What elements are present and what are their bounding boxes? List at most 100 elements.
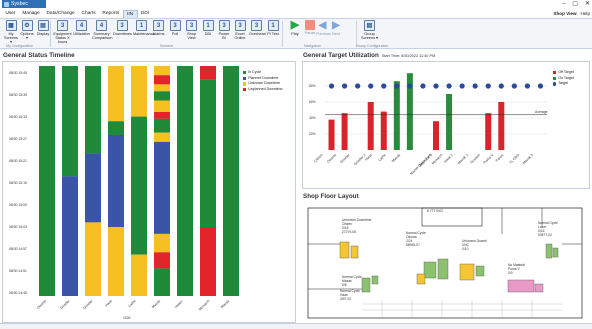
menu-help[interactable]: Help: [581, 9, 590, 18]
timeline-column-lathe[interactable]: [131, 66, 147, 296]
timeline-column-grinder[interactable]: [62, 66, 78, 296]
power-bi-button[interactable]: 3 Power BI: [217, 20, 231, 40]
machine-okuma[interactable]: [423, 261, 437, 279]
pi-test-button[interactable]: 1 PI Test: [266, 20, 280, 36]
timeline-column-okuma[interactable]: [39, 66, 55, 296]
target-point[interactable]: [524, 83, 531, 89]
equipment-status-button[interactable]: 3 Equipment Status X hours: [53, 20, 72, 45]
summary-comparison-button[interactable]: 4 Summary Comparison: [92, 20, 113, 41]
menu-item-charts[interactable]: Charts: [78, 10, 99, 18]
status-segment: [85, 153, 101, 223]
overhead-button[interactable]: 3 Overhead: [249, 20, 266, 36]
machine-laser[interactable]: [545, 243, 553, 259]
off-target-bar[interactable]: [485, 113, 492, 150]
time-tick-label: 08/30 14:51: [9, 269, 27, 273]
pause-label: Pause: [304, 31, 316, 35]
app-title-tab: Sysbec Process Control System: [2, 0, 46, 31]
average-label: Average: [535, 109, 548, 114]
target-point[interactable]: [511, 83, 517, 89]
timeline-column-mazak[interactable]: [154, 66, 170, 296]
off-target-bar[interactable]: [380, 111, 387, 150]
target-point[interactable]: [394, 83, 400, 89]
next-button[interactable]: ▶ Next: [330, 20, 342, 36]
off-target-bar[interactable]: [341, 113, 348, 150]
target-point[interactable]: [341, 83, 348, 89]
play-button[interactable]: ▶ Play: [289, 20, 301, 37]
off-target-bar[interactable]: [433, 121, 439, 150]
my-screens-button[interactable]: ▦ My Screens ▾: [4, 20, 18, 45]
timeline-panel: In Cycle Planned Downtime Unknown Downtime…: [2, 61, 296, 323]
on-target-bar[interactable]: [393, 81, 400, 150]
status-segment: [108, 121, 124, 135]
status-segment: [108, 66, 124, 122]
target-point[interactable]: [498, 83, 504, 89]
pause-button[interactable]: Pause: [304, 20, 316, 35]
shop-view-button[interactable]: 3 Shop View: [184, 20, 199, 40]
menu-item-iin[interactable]: IIN: [122, 9, 138, 18]
menu-item-manage[interactable]: Manage: [19, 10, 43, 18]
machine-laser-2[interactable]: [552, 247, 559, 258]
target-point[interactable]: [420, 83, 426, 89]
target-point[interactable]: [459, 83, 465, 89]
time-tick-label: 08/30 15:33: [9, 115, 27, 119]
target-point[interactable]: [537, 83, 544, 89]
menu-shop-view[interactable]: Shop View: [553, 9, 576, 18]
target-point[interactable]: [381, 83, 387, 89]
machine-vnc-2[interactable]: [475, 265, 485, 277]
minimize-button[interactable]: –: [562, 0, 565, 8]
target-point[interactable]: [485, 83, 491, 89]
machine-grinder[interactable]: [416, 273, 426, 285]
maximize-button[interactable]: ▢: [572, 0, 578, 8]
window-controls: – ▢ ✕: [562, 0, 590, 8]
y-tick-label: 60%: [309, 100, 316, 104]
off-target-bar[interactable]: [498, 102, 505, 150]
excel-online-button[interactable]: 3 Excel Online: [232, 20, 248, 40]
timeline-title: General Status Timeline: [3, 52, 75, 59]
utilization-label: Utilization: [73, 32, 90, 36]
ddi-button[interactable]: 1 DDI: [201, 20, 215, 36]
target-point[interactable]: [368, 83, 374, 89]
target-point[interactable]: [472, 83, 478, 89]
legend-swatch: [243, 87, 247, 92]
machine-citizen[interactable]: [339, 241, 350, 259]
target-point[interactable]: [433, 83, 439, 89]
maintenance-button[interactable]: 1 Maintenance: [133, 20, 155, 36]
machine-mazak-2[interactable]: [371, 275, 379, 285]
utilization-button[interactable]: 4 Utilization: [73, 20, 90, 36]
menu-item-reports[interactable]: Reports: [99, 10, 123, 18]
status-segment: [131, 116, 147, 255]
target-point[interactable]: [355, 83, 361, 89]
menu-item-ddi[interactable]: DDI: [138, 10, 153, 18]
on-target-bar[interactable]: [446, 94, 453, 150]
target-point[interactable]: [407, 83, 413, 89]
summary-comparison-label: Summary Comparison: [92, 32, 113, 41]
status-segment: [131, 66, 147, 117]
machine-vnc[interactable]: [459, 263, 475, 281]
timeline-column-haas[interactable]: [108, 66, 124, 296]
machine-puma-2[interactable]: [534, 283, 544, 293]
menu-item-data-change[interactable]: Data/Change: [43, 10, 78, 18]
utilization-legend: Off Target On Target Target: [553, 70, 574, 87]
group-screens-button[interactable]: ▤ Group Screens ▾: [361, 20, 378, 40]
machine-mazak[interactable]: [361, 277, 371, 293]
close-button[interactable]: ✕: [585, 0, 590, 8]
target-point[interactable]: [328, 83, 335, 89]
poll-button[interactable]: 3 Poll: [168, 20, 182, 36]
poll-label: Poll: [171, 32, 179, 36]
machine-puma[interactable]: [507, 279, 535, 293]
machine-okuma-2[interactable]: [437, 258, 449, 280]
downtimes-button[interactable]: 3 Downtimes: [113, 20, 132, 36]
alarms-button[interactable]: 3 Alarms: [151, 20, 166, 36]
off-target-bar[interactable]: [328, 119, 335, 150]
menu-item-user[interactable]: User: [2, 10, 19, 18]
timeline-column-mazak[interactable]: [223, 66, 239, 296]
display-button[interactable]: ▤ Display: [36, 20, 50, 36]
machine-citizen-2[interactable]: [350, 245, 359, 259]
timeline-column-haas-[interactable]: [177, 66, 193, 296]
target-point[interactable]: [446, 83, 452, 89]
timeline-column-monarch[interactable]: [200, 66, 216, 296]
off-target-bar[interactable]: [367, 102, 374, 150]
options-button[interactable]: ⚙ Options ▾: [20, 20, 34, 40]
previous-button[interactable]: ◀ Previous: [316, 20, 331, 36]
timeline-column-grinder[interactable]: [85, 66, 101, 296]
